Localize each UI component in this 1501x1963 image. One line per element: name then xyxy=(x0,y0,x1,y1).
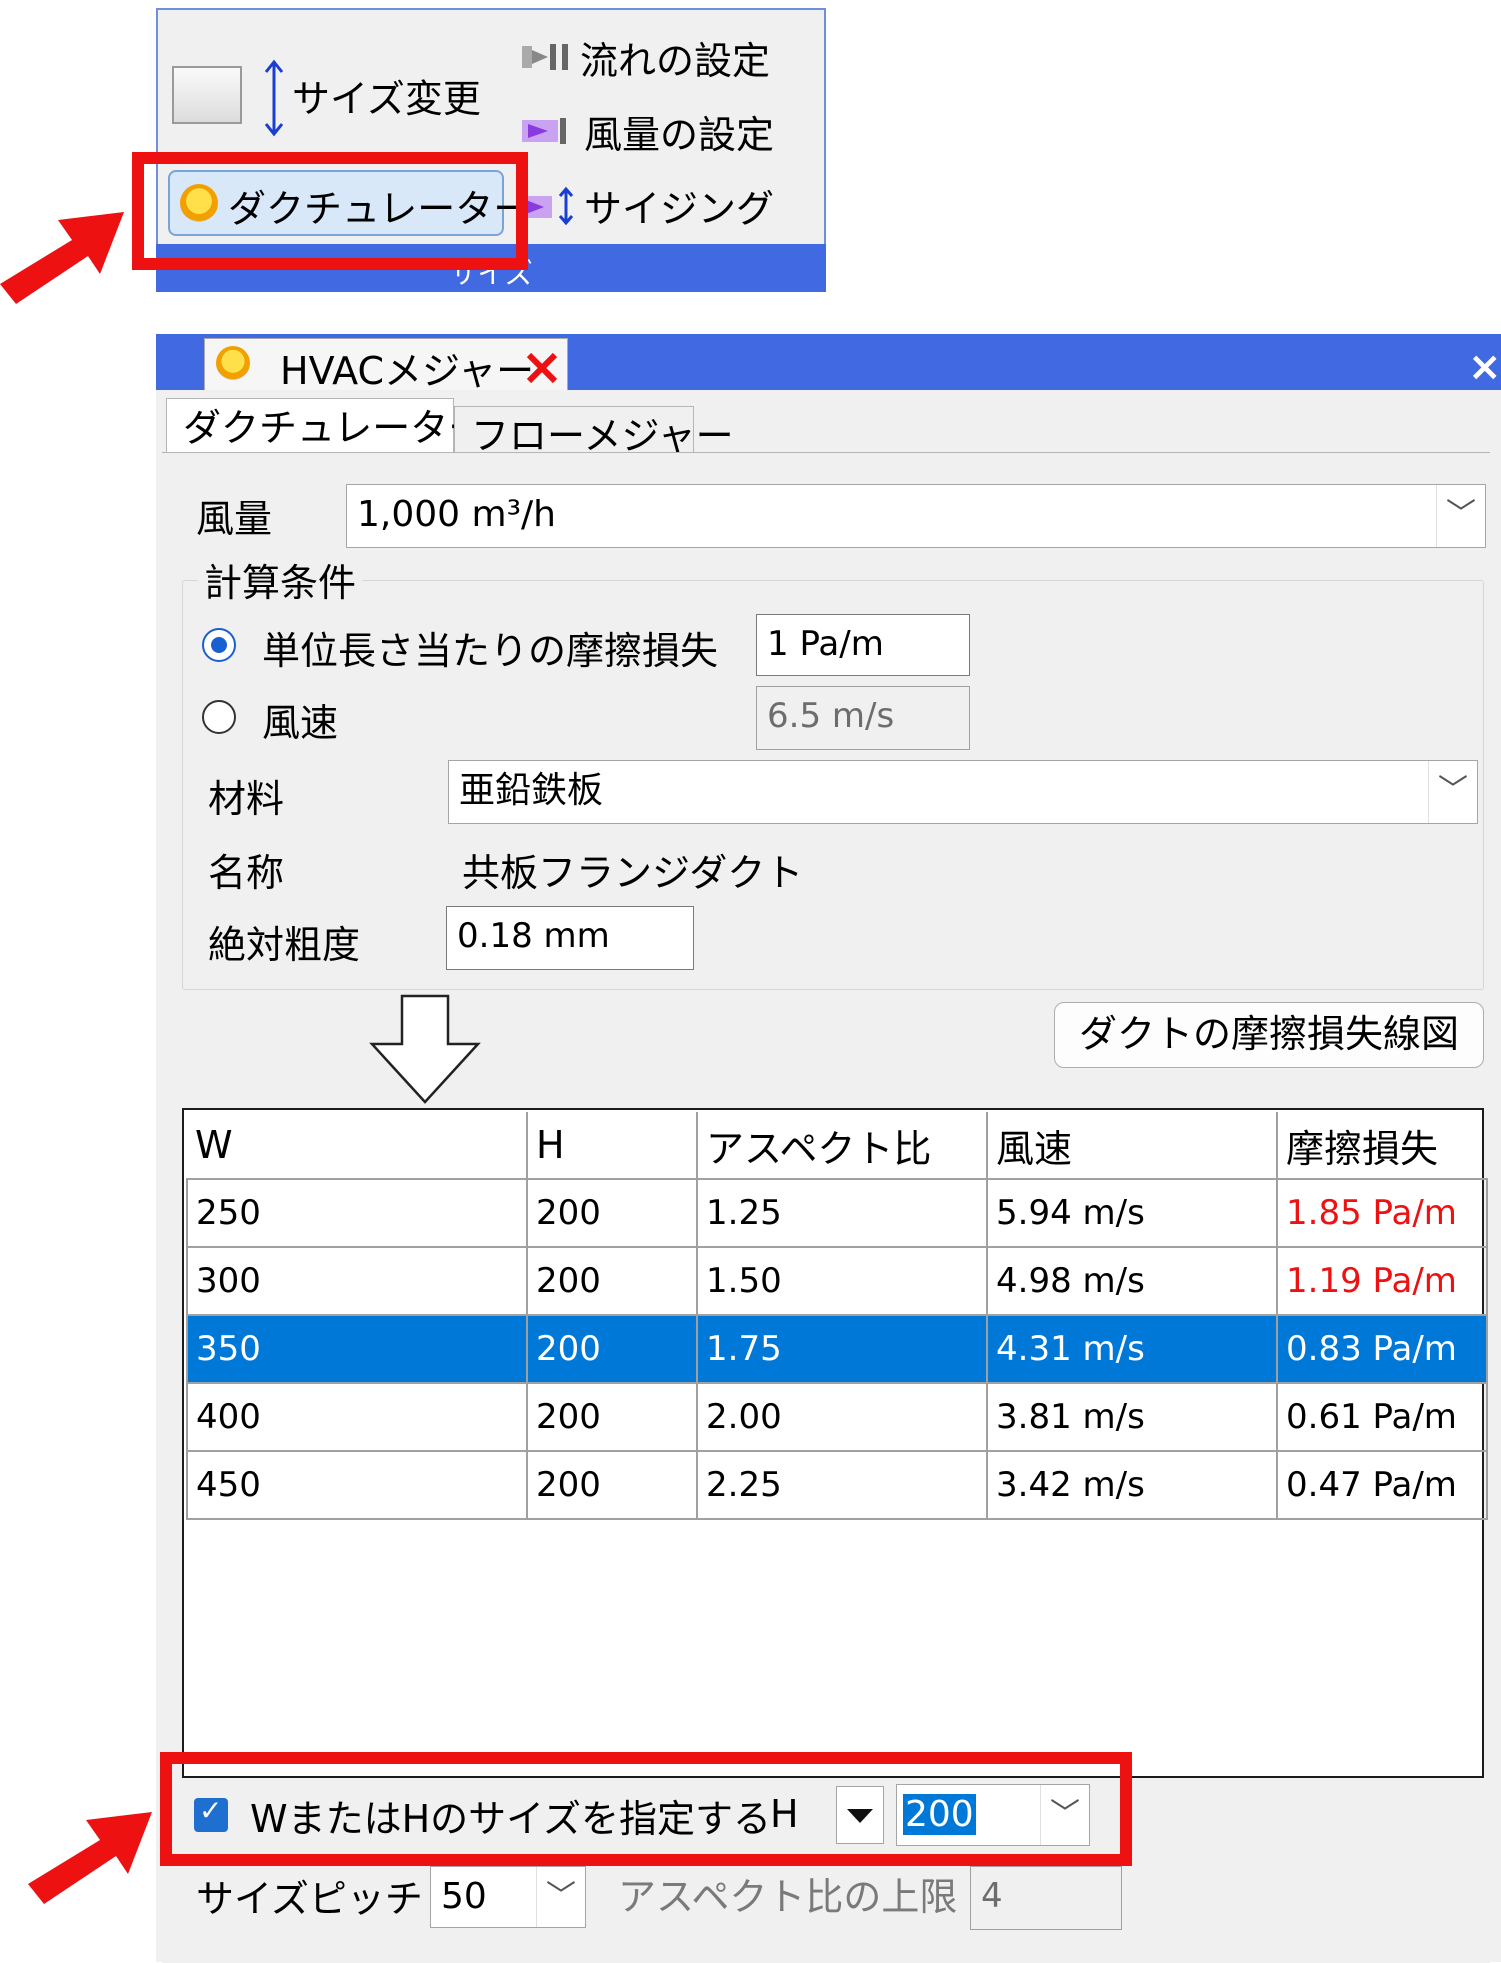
resize-arrow-icon xyxy=(262,58,286,142)
airflow-label: 風量 xyxy=(196,497,273,541)
cell-aspect-ratio: 2.00 xyxy=(696,1382,988,1452)
cell-h: 200 xyxy=(526,1246,698,1316)
name-value: 共板フランジダクト xyxy=(462,851,804,895)
cell-w: 350 xyxy=(186,1314,528,1384)
cell-h: 200 xyxy=(526,1314,698,1384)
resize-icon xyxy=(172,66,242,124)
document-tab-title: HVACメジャー xyxy=(280,349,535,393)
cell-w: 450 xyxy=(186,1450,528,1520)
cell-aspect-ratio: 2.25 xyxy=(696,1450,988,1520)
friction-loss-radio[interactable] xyxy=(202,628,236,662)
table-row[interactable]: 450 200 2.25 3.42 m/s 0.47 Pa/m xyxy=(186,1450,1488,1520)
aspect-limit-field: 4 xyxy=(970,1866,1122,1930)
friction-loss-field[interactable]: 1 Pa/m xyxy=(756,614,970,676)
velocity-label: 風速 xyxy=(262,701,339,745)
flow-settings-button[interactable]: 流れの設定 xyxy=(580,30,770,85)
friction-chart-button[interactable]: ダクトの摩擦損失線図 xyxy=(1054,1002,1484,1068)
roughness-field[interactable]: 0.18 mm xyxy=(446,906,694,970)
cell-w: 400 xyxy=(186,1382,528,1452)
callout-arrow-icon xyxy=(28,1800,154,1910)
cell-friction-loss: 1.85 Pa/m xyxy=(1276,1178,1488,1248)
table-row[interactable]: 400 200 2.00 3.81 m/s 0.61 Pa/m xyxy=(186,1382,1488,1452)
friction-loss-label: 単位長さ当たりの摩擦損失 xyxy=(262,629,719,673)
material-select[interactable]: 亜鉛鉄板 ﹀ xyxy=(448,760,1478,824)
cell-velocity: 3.42 m/s xyxy=(986,1450,1278,1520)
highlight-frame-ductulator xyxy=(132,152,528,270)
airflow-select[interactable]: 1,000 m³/h ﹀ xyxy=(346,484,1486,548)
cell-velocity: 5.94 m/s xyxy=(986,1178,1278,1248)
roughness-label: 絶対粗度 xyxy=(208,923,361,967)
cell-w: 250 xyxy=(186,1178,528,1248)
sizing-icon xyxy=(520,186,576,230)
tab-close-icon[interactable] xyxy=(524,350,560,390)
size-pitch-value: 50 xyxy=(441,1876,487,1917)
cell-aspect-ratio: 1.25 xyxy=(696,1178,988,1248)
cell-velocity: 4.98 m/s xyxy=(986,1246,1278,1316)
resize-button[interactable]: サイズ変更 xyxy=(292,68,481,123)
cell-velocity: 3.81 m/s xyxy=(986,1382,1278,1452)
table-row[interactable]: 250 200 1.25 5.94 m/s 1.85 Pa/m xyxy=(186,1178,1488,1248)
cell-h: 200 xyxy=(526,1382,698,1452)
column-header-velocity[interactable]: 風速 xyxy=(986,1112,1278,1180)
cell-friction-loss: 0.61 Pa/m xyxy=(1276,1382,1488,1452)
size-pitch-select[interactable]: 50 ﹀ xyxy=(430,1866,586,1928)
chevron-down-icon[interactable]: ﹀ xyxy=(1436,485,1485,547)
cell-aspect-ratio: 1.50 xyxy=(696,1246,988,1316)
airflow-settings-icon xyxy=(520,114,572,152)
hvac-measure-icon xyxy=(216,346,250,380)
cell-h: 200 xyxy=(526,1178,698,1248)
column-header-w[interactable]: W xyxy=(187,1112,528,1180)
cell-friction-loss: 0.83 Pa/m xyxy=(1276,1314,1488,1384)
calculation-conditions-title: 計算条件 xyxy=(198,552,363,607)
results-table: W H アスペクト比 風速 摩擦損失 250 200 1.25 5.94 m/s… xyxy=(186,1112,1488,1520)
table-row[interactable]: 300 200 1.50 4.98 m/s 1.19 Pa/m xyxy=(186,1246,1488,1316)
velocity-field: 6.5 m/s xyxy=(756,686,970,750)
table-header-row: W H アスペクト比 風速 摩擦損失 xyxy=(187,1112,1487,1180)
name-label: 名称 xyxy=(208,851,285,895)
aspect-limit-label: アスペクト比の上限 xyxy=(618,1875,958,1919)
highlight-frame-specify-size xyxy=(160,1752,1132,1866)
chevron-down-icon[interactable]: ﹀ xyxy=(1428,761,1477,823)
table-row-selected[interactable]: 350 200 1.75 4.31 m/s 0.83 Pa/m xyxy=(186,1314,1488,1384)
sizing-button[interactable]: サイジング xyxy=(584,178,774,233)
cell-w: 300 xyxy=(186,1246,528,1316)
velocity-radio[interactable] xyxy=(202,700,236,734)
cell-friction-loss: 0.47 Pa/m xyxy=(1276,1450,1488,1520)
airflow-value: 1,000 m³/h xyxy=(357,494,556,535)
material-label: 材料 xyxy=(208,777,285,821)
cell-velocity: 4.31 m/s xyxy=(986,1314,1278,1384)
cell-h: 200 xyxy=(526,1450,698,1520)
down-arrow-icon xyxy=(368,994,482,1110)
cell-friction-loss: 1.19 Pa/m xyxy=(1276,1246,1488,1316)
column-header-aspect-ratio[interactable]: アスペクト比 xyxy=(696,1112,988,1180)
column-header-friction-loss[interactable]: 摩擦損失 xyxy=(1276,1112,1487,1180)
size-pitch-label: サイズピッチ xyxy=(196,1877,423,1921)
callout-arrow-icon xyxy=(0,200,126,310)
column-header-h[interactable]: H xyxy=(526,1112,698,1180)
airflow-settings-button[interactable]: 風量の設定 xyxy=(584,104,774,159)
window-close-icon[interactable]: × xyxy=(1468,344,1501,390)
cell-aspect-ratio: 1.75 xyxy=(696,1314,988,1384)
flow-settings-icon xyxy=(520,40,572,78)
material-value: 亜鉛鉄板 xyxy=(459,770,604,811)
chevron-down-icon[interactable]: ﹀ xyxy=(536,1867,585,1927)
